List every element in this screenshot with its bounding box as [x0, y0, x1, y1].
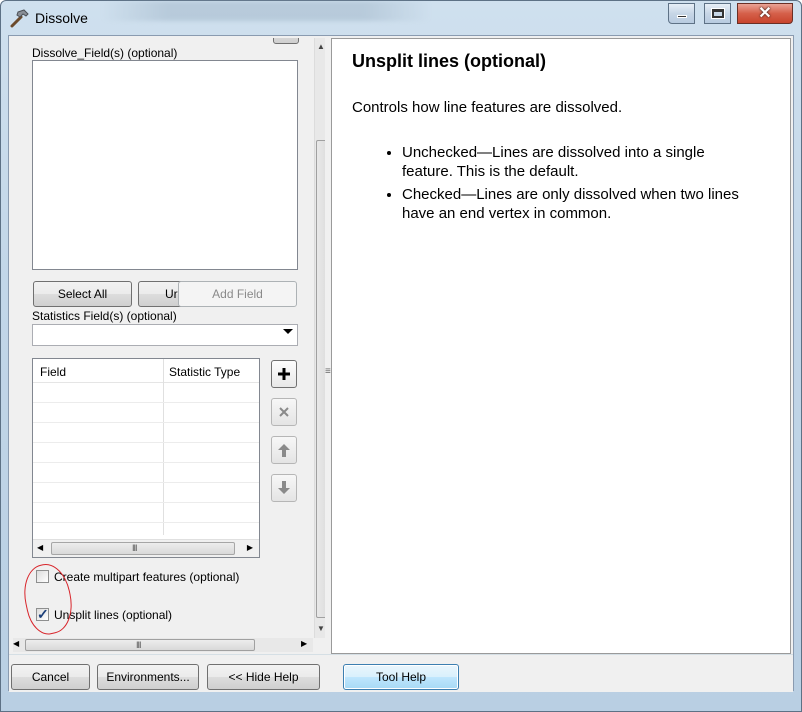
- close-icon: ✕: [758, 4, 772, 22]
- dissolve-fields-list[interactable]: [32, 60, 298, 270]
- multipart-label: Create multipart features (optional): [54, 570, 240, 584]
- parameters-scroll-area: Dissolve_Field(s) (optional) Select All …: [11, 38, 314, 638]
- button-bar: Cancel Environments... << Hide Help Tool…: [9, 654, 793, 692]
- title-bar[interactable]: Dissolve ✕: [1, 1, 801, 35]
- grip-icon: III: [136, 640, 141, 650]
- chevron-down-icon: [283, 329, 293, 334]
- help-bullet: Checked—Lines are only dissolved when tw…: [402, 185, 752, 223]
- hammer-icon: [10, 9, 29, 28]
- unsplit-lines-label: Unsplit lines (optional): [54, 608, 173, 622]
- scrolled-off-button[interactable]: [273, 38, 299, 44]
- x-icon: [279, 407, 289, 417]
- table-row[interactable]: [33, 463, 259, 483]
- horizontal-scroll-thumb[interactable]: III: [25, 639, 255, 651]
- tool-help-button[interactable]: Tool Help: [343, 664, 459, 690]
- table-row[interactable]: [33, 423, 259, 443]
- delete-row-button[interactable]: [271, 398, 297, 426]
- column-header-statistic-type[interactable]: Statistic Type: [169, 365, 240, 379]
- scroll-up-icon[interactable]: ▲: [317, 42, 325, 51]
- splitter-grip-icon: ≡: [325, 366, 331, 377]
- table-row[interactable]: [33, 503, 259, 523]
- dialog-window: Dissolve ✕ Dissolve_Field(s) (optional) …: [0, 0, 802, 712]
- dissolve-fields-label: Dissolve_Field(s) (optional): [32, 46, 178, 60]
- move-down-button[interactable]: [271, 474, 297, 502]
- scroll-right-icon[interactable]: ▶: [247, 543, 253, 552]
- scroll-left-icon[interactable]: ◀: [13, 639, 19, 648]
- help-bullet-list: Unchecked—Lines are dissolved into a sin…: [382, 143, 752, 227]
- minimize-icon: [676, 15, 687, 18]
- arrow-up-icon: [278, 444, 290, 457]
- grip-icon: III: [132, 543, 137, 553]
- table-scroll-thumb[interactable]: III: [51, 542, 235, 555]
- statistics-field-dropdown[interactable]: [32, 324, 298, 346]
- help-bullet: Unchecked—Lines are dissolved into a sin…: [402, 143, 752, 181]
- arrow-down-icon: [278, 481, 290, 494]
- dialog-client: Dissolve_Field(s) (optional) Select All …: [8, 35, 794, 692]
- table-row[interactable]: [33, 443, 259, 463]
- scroll-left-icon[interactable]: ◀: [37, 543, 43, 552]
- background-window-ghost: [101, 1, 431, 21]
- parameters-panel: Dissolve_Field(s) (optional) Select All …: [11, 38, 328, 654]
- table-row[interactable]: [33, 483, 259, 503]
- help-title: Unsplit lines (optional): [352, 51, 546, 71]
- help-panel: Unsplit lines (optional) Controls how li…: [331, 38, 791, 654]
- parameters-horizontal-scrollbar[interactable]: ◀ III ▶: [13, 638, 313, 652]
- window-title: Dissolve: [35, 10, 88, 26]
- plus-icon: [278, 368, 290, 380]
- table-row[interactable]: [33, 383, 259, 403]
- cancel-button[interactable]: Cancel: [11, 664, 90, 690]
- environments-button[interactable]: Environments...: [97, 664, 199, 690]
- add-field-button: Add Field: [178, 281, 297, 307]
- scroll-down-icon[interactable]: ▼: [317, 624, 325, 633]
- help-description: Controls how line features are dissolved…: [352, 99, 623, 116]
- add-row-button[interactable]: [271, 360, 297, 388]
- table-row[interactable]: [33, 403, 259, 423]
- table-header: Field Statistic Type: [33, 359, 259, 383]
- scroll-right-icon[interactable]: ▶: [301, 639, 307, 648]
- move-up-button[interactable]: [271, 436, 297, 464]
- statistics-fields-label: Statistics Field(s) (optional): [32, 309, 177, 323]
- maximize-icon: [710, 8, 725, 19]
- statistics-table[interactable]: Field Statistic Type ◀ III ▶: [32, 358, 260, 558]
- minimize-button[interactable]: [668, 3, 695, 24]
- column-header-field[interactable]: Field: [40, 365, 66, 379]
- maximize-button[interactable]: [704, 3, 731, 24]
- select-all-button[interactable]: Select All: [33, 281, 132, 307]
- table-horizontal-scrollbar[interactable]: ◀ III ▶: [33, 539, 259, 557]
- close-button[interactable]: ✕: [737, 3, 793, 24]
- hide-help-button[interactable]: << Hide Help: [207, 664, 320, 690]
